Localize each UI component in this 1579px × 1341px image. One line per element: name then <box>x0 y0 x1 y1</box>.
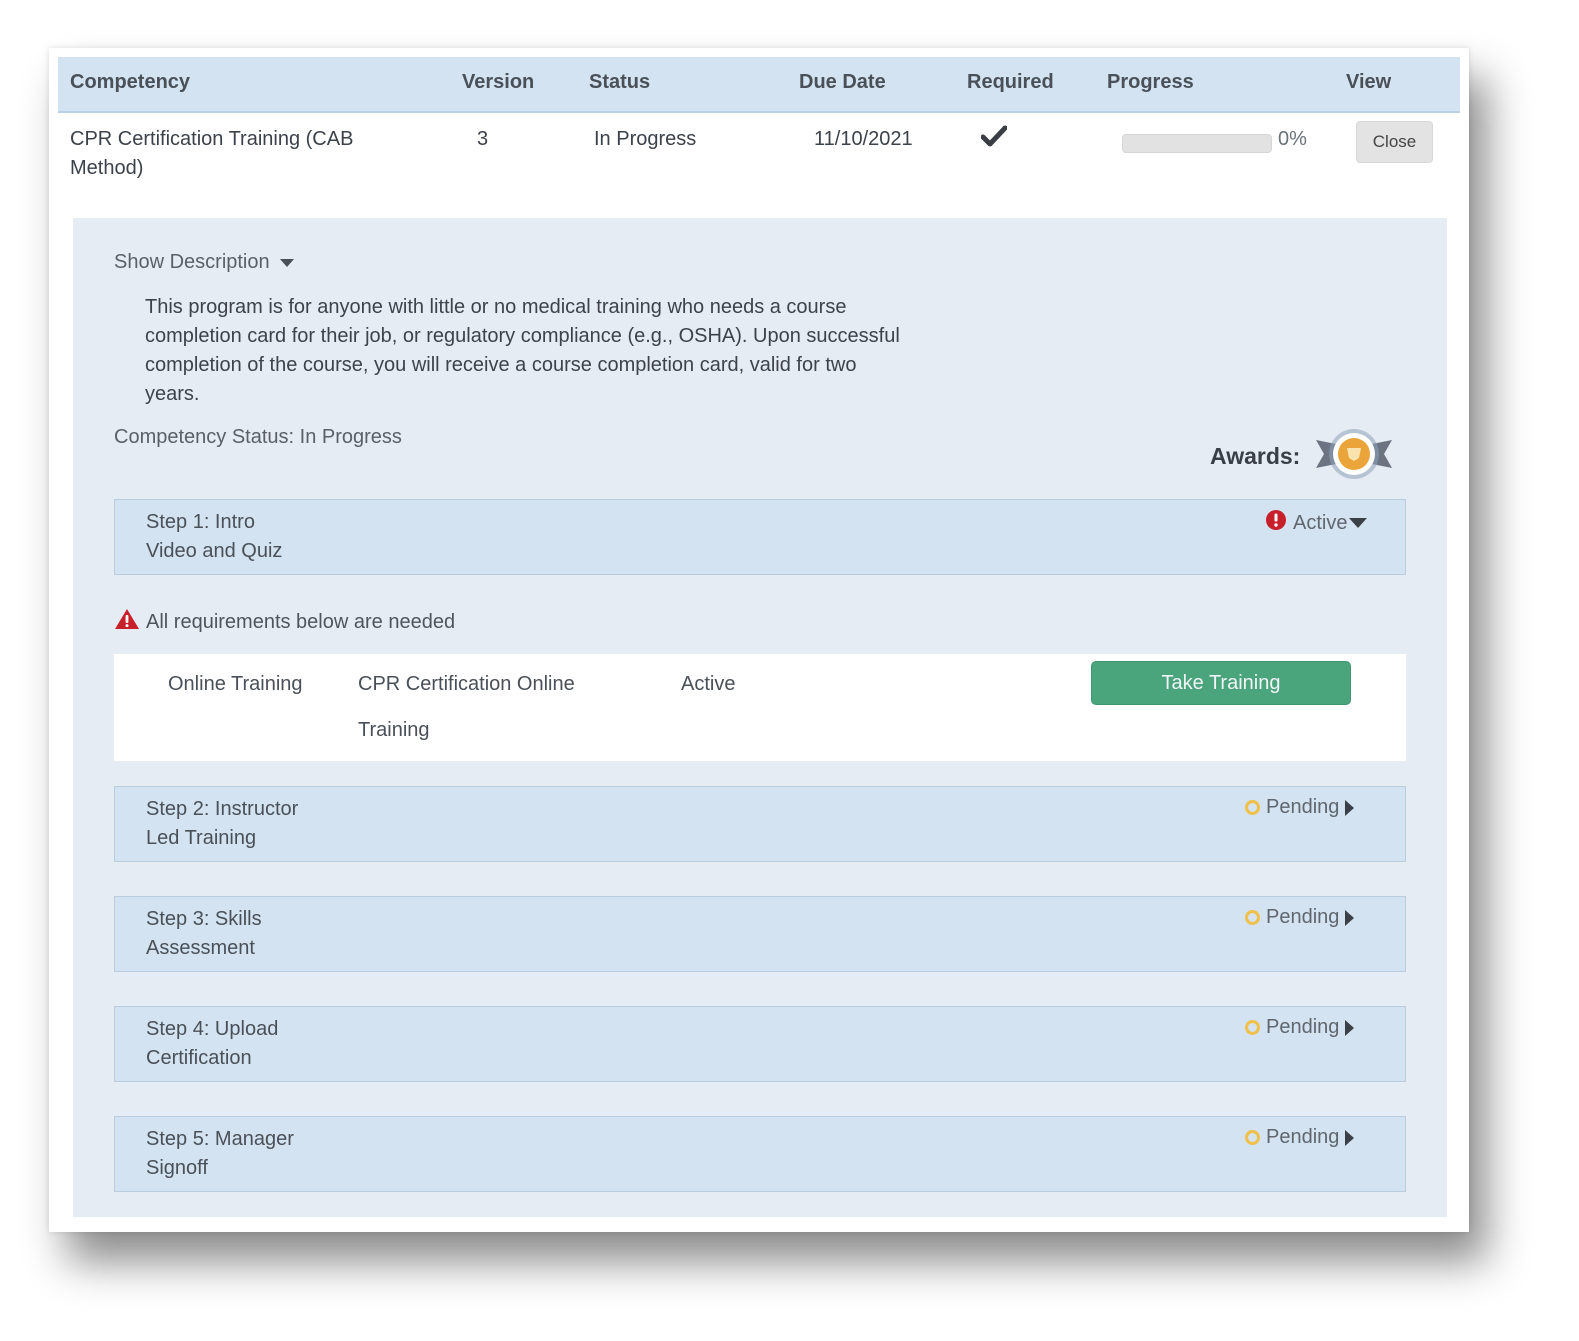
step-4-title: Step 4: Upload Certification <box>146 1015 386 1073</box>
step-status-label: Pending <box>1266 1016 1339 1039</box>
step-title-line1: Step 3: Skills <box>146 905 386 934</box>
progress-label: 0% <box>1278 125 1307 154</box>
requirement-status: Active <box>681 661 735 707</box>
progress-bar <box>1122 134 1272 153</box>
competency-name-line1: CPR Certification Training (CAB <box>70 125 353 154</box>
requirement-name-line1: CPR Certification Online <box>358 661 575 707</box>
description-line: years. <box>145 380 965 409</box>
close-button[interactable]: Close <box>1356 121 1433 163</box>
step-1-header[interactable]: Step 1: Intro Video and Quiz Active <box>114 499 1406 575</box>
step-status-label: Pending <box>1266 1126 1339 1149</box>
competency-name: CPR Certification Training (CAB Method) <box>70 125 353 183</box>
step-5-status: Pending <box>1245 1126 1354 1149</box>
step-2-status: Pending <box>1245 796 1354 819</box>
description-line: completion card for their job, or regula… <box>145 322 965 351</box>
awards-label: Awards: <box>1210 443 1300 470</box>
competency-card: Competency Version Status Due Date Requi… <box>49 48 1469 1232</box>
header-view: View <box>1346 71 1391 94</box>
step-3-title: Step 3: Skills Assessment <box>146 905 386 963</box>
requirement-type: Online Training <box>168 661 303 707</box>
step-title-line2: Led Training <box>146 824 386 853</box>
step-title-line2: Assessment <box>146 934 386 963</box>
step-3-status: Pending <box>1245 906 1354 929</box>
step-title-line1: Step 2: Instructor <box>146 795 386 824</box>
pending-ring-icon <box>1245 910 1260 925</box>
step-2-header[interactable]: Step 2: Instructor Led Training Pending <box>114 786 1406 862</box>
step-title-line2: Signoff <box>146 1154 386 1183</box>
step-5-title: Step 5: Manager Signoff <box>146 1125 386 1183</box>
step-2-title: Step 2: Instructor Led Training <box>146 795 386 853</box>
pending-ring-icon <box>1245 1130 1260 1145</box>
show-description-label: Show Description <box>114 251 270 274</box>
caret-right-icon <box>1345 910 1354 926</box>
header-due-date[interactable]: Due Date <box>799 71 886 94</box>
header-version[interactable]: Version <box>462 71 534 94</box>
header-progress[interactable]: Progress <box>1107 71 1194 94</box>
step-4-header[interactable]: Step 4: Upload Certification Pending <box>114 1006 1406 1082</box>
step-5-header[interactable]: Step 5: Manager Signoff Pending <box>114 1116 1406 1192</box>
header-competency[interactable]: Competency <box>70 71 190 94</box>
description-line: completion of the course, you will recei… <box>145 351 965 380</box>
step-status-label: Pending <box>1266 906 1339 929</box>
step-4-status: Pending <box>1245 1016 1354 1039</box>
checkmark-icon <box>981 125 1007 156</box>
show-description-toggle[interactable]: Show Description <box>114 251 294 274</box>
due-date-value: 11/10/2021 <box>814 125 913 154</box>
header-required[interactable]: Required <box>967 71 1054 94</box>
pending-ring-icon <box>1245 800 1260 815</box>
step-3-header[interactable]: Step 3: Skills Assessment Pending <box>114 896 1406 972</box>
requirement-name-line2: Training <box>358 707 575 753</box>
step-status-label: Active <box>1293 512 1347 535</box>
step-1-status: Active <box>1265 509 1367 537</box>
competency-name-line2: Method) <box>70 154 353 183</box>
warning-triangle-icon <box>114 608 140 636</box>
step-title-line2: Certification <box>146 1044 386 1073</box>
requirements-note: All requirements below are needed <box>114 608 455 636</box>
caret-down-icon <box>280 259 294 267</box>
requirement-row: Online Training CPR Certification Online… <box>114 654 1406 761</box>
description-line: This program is for anyone with little o… <box>145 293 965 322</box>
requirements-note-text: All requirements below are needed <box>146 611 455 634</box>
caret-right-icon <box>1345 1020 1354 1036</box>
step-title-line1: Step 1: Intro <box>146 508 386 537</box>
status-value: In Progress <box>594 125 696 154</box>
competency-detail-panel: Show Description This program is for any… <box>73 218 1447 1217</box>
pending-ring-icon <box>1245 1020 1260 1035</box>
step-status-label: Pending <box>1266 796 1339 819</box>
step-title-line1: Step 4: Upload <box>146 1015 386 1044</box>
header-status[interactable]: Status <box>589 71 650 94</box>
award-badge-icon[interactable] <box>1314 426 1394 487</box>
step-title-line2: Video and Quiz <box>146 537 386 566</box>
competency-status: Competency Status: In Progress <box>114 426 402 449</box>
caret-right-icon <box>1345 1130 1354 1146</box>
caret-down-icon <box>1349 518 1367 528</box>
requirement-name: CPR Certification Online Training <box>358 661 575 753</box>
step-1-title: Step 1: Intro Video and Quiz <box>146 508 386 566</box>
description-text: This program is for anyone with little o… <box>145 293 965 409</box>
awards: Awards: <box>1210 426 1394 487</box>
caret-right-icon <box>1345 800 1354 816</box>
alert-circle-icon <box>1265 509 1287 537</box>
step-title-line1: Step 5: Manager <box>146 1125 386 1154</box>
table-header: Competency Version Status Due Date Requi… <box>58 57 1460 113</box>
take-training-button[interactable]: Take Training <box>1091 661 1351 705</box>
version-value: 3 <box>477 125 488 154</box>
